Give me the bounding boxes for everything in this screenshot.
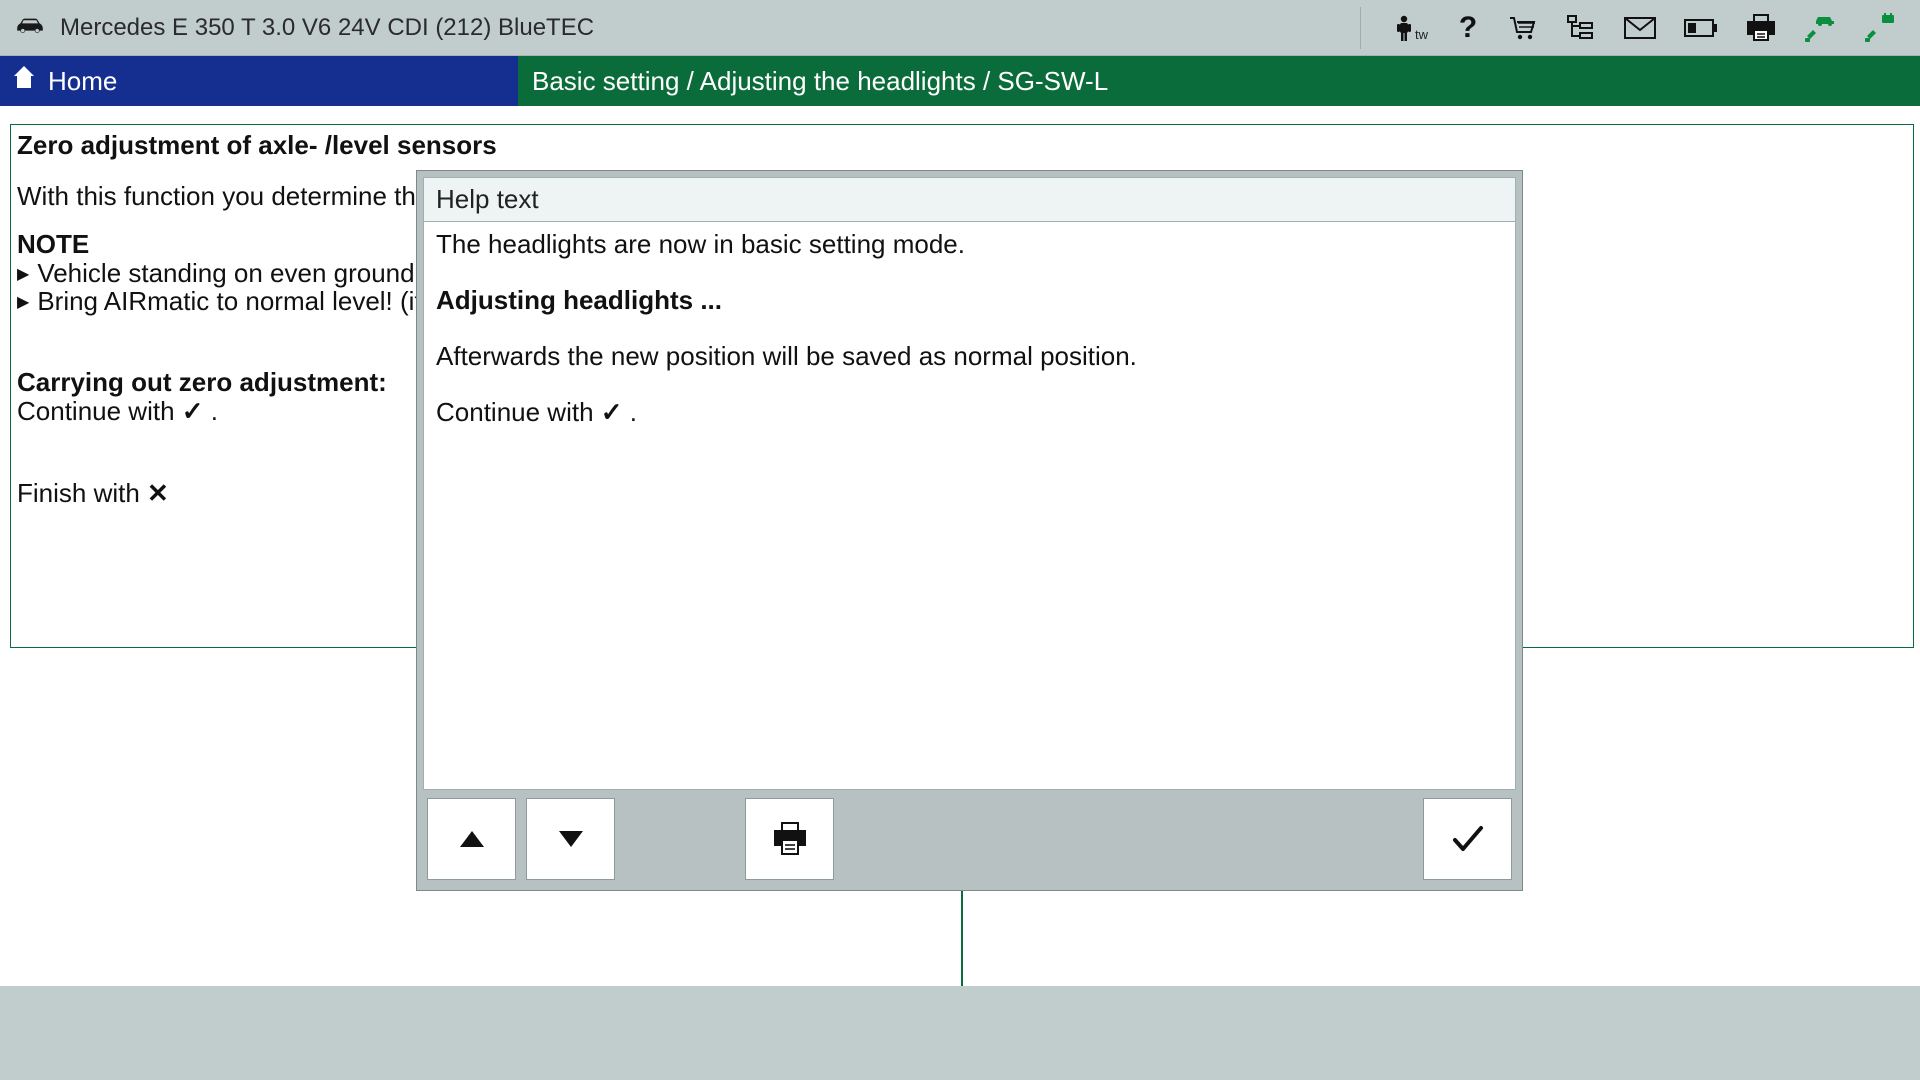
help-dialog-title: Help text bbox=[423, 177, 1516, 222]
printer-icon[interactable] bbox=[1746, 14, 1776, 42]
titlebar: Mercedes E 350 T 3.0 V6 24V CDI (212) Bl… bbox=[0, 0, 1920, 56]
home-label: Home bbox=[48, 66, 117, 97]
x-icon: ✕ bbox=[147, 478, 169, 508]
home-button[interactable]: Home bbox=[0, 56, 518, 106]
panel-heading: Zero adjustment of axle- /level sensors bbox=[17, 131, 1907, 160]
user-icon[interactable]: tw bbox=[1395, 14, 1428, 42]
help-line-1: The headlights are now in basic setting … bbox=[436, 230, 1503, 260]
header-bar: Home Basic setting / Adjusting the headl… bbox=[0, 56, 1920, 106]
breadcrumb-text: Basic setting / Adjusting the headlights… bbox=[532, 66, 1108, 97]
separator bbox=[1360, 7, 1361, 49]
check-icon: ✓ bbox=[182, 396, 204, 426]
help-line-2: Adjusting headlights ... bbox=[436, 286, 1503, 316]
bottom-bar bbox=[0, 986, 1920, 1080]
tree-icon[interactable] bbox=[1566, 14, 1596, 42]
car-icon bbox=[14, 13, 60, 42]
svg-text:?: ? bbox=[1459, 13, 1477, 43]
main-area: Zero adjustment of axle- /level sensors … bbox=[0, 106, 1920, 1080]
cart-icon[interactable] bbox=[1508, 14, 1538, 42]
battery-icon[interactable] bbox=[1684, 17, 1718, 39]
help-dialog: Help text The headlights are now in basi… bbox=[416, 170, 1523, 891]
user-label: tw bbox=[1415, 27, 1428, 42]
scroll-up-button[interactable] bbox=[427, 798, 516, 880]
check-icon: ✓ bbox=[601, 397, 623, 427]
help-line-4: Continue with ✓ . bbox=[436, 398, 1503, 428]
obd-car-icon[interactable] bbox=[1804, 13, 1836, 43]
vehicle-title: Mercedes E 350 T 3.0 V6 24V CDI (212) Bl… bbox=[60, 14, 1350, 42]
titlebar-toolbar: tw ? bbox=[1350, 7, 1906, 49]
print-button[interactable] bbox=[745, 798, 834, 880]
obd-connector-icon[interactable] bbox=[1864, 13, 1896, 43]
home-icon bbox=[12, 64, 36, 99]
help-dialog-body: The headlights are now in basic setting … bbox=[423, 222, 1516, 790]
breadcrumb: Basic setting / Adjusting the headlights… bbox=[518, 56, 1920, 106]
confirm-button[interactable] bbox=[1423, 798, 1512, 880]
help-icon[interactable]: ? bbox=[1456, 13, 1480, 43]
mail-icon[interactable] bbox=[1624, 17, 1656, 39]
help-line-3: Afterwards the new position will be save… bbox=[436, 342, 1503, 372]
scroll-down-button[interactable] bbox=[526, 798, 615, 880]
help-dialog-toolbar bbox=[423, 790, 1516, 884]
